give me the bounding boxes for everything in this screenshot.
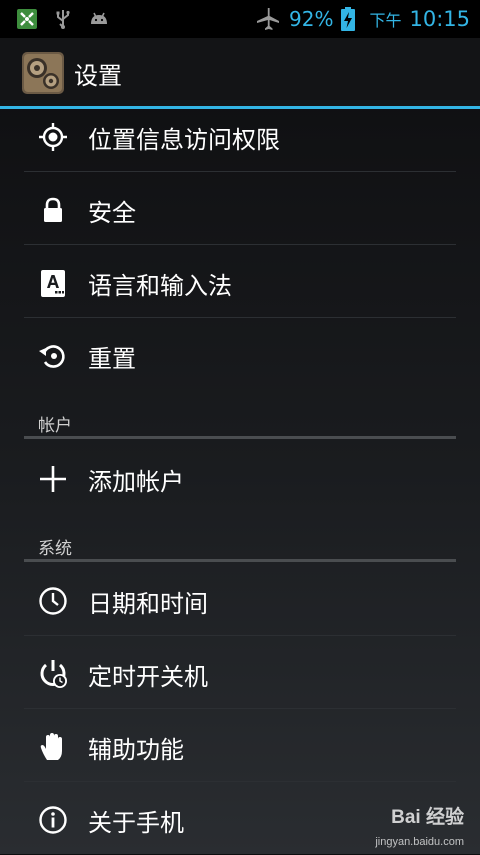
action-bar: 设置 — [0, 38, 480, 106]
settings-item-label: 安全 — [88, 199, 136, 227]
settings-gears-icon[interactable] — [22, 52, 64, 94]
settings-item-label: 添加帐户 — [88, 468, 184, 496]
power-timer-icon — [40, 660, 67, 688]
section-header-system: 系统 — [24, 532, 456, 562]
section-title: 系统 — [38, 539, 72, 559]
settings-item-reset[interactable]: 重置 — [24, 319, 456, 391]
settings-item-accessibility[interactable]: 辅助功能 — [24, 710, 456, 782]
baidu-jingyan-watermark: Bai 经验 jingyan.baidu.com — [344, 802, 464, 848]
settings-item-label: 关于手机 — [88, 809, 184, 837]
row-divider — [24, 635, 456, 636]
status-bar-system: 92% 下午 10:15 — [255, 4, 470, 34]
clock-icon — [39, 587, 67, 615]
section-header-accounts: 帐户 — [24, 409, 456, 439]
watermark-url: jingyan.baidu.com — [375, 836, 464, 848]
settings-item-language[interactable]: 语言和输入法 — [24, 246, 456, 318]
settings-item-label: 定时开关机 — [88, 663, 208, 691]
settings-item-label: 辅助功能 — [88, 736, 184, 764]
usb-icon — [56, 10, 70, 29]
battery-percent: 92% — [289, 7, 334, 31]
row-divider — [24, 781, 456, 782]
settings-item-date-time[interactable]: 日期和时间 — [24, 564, 456, 636]
row-divider — [24, 317, 456, 318]
airplane-mode-icon — [257, 8, 279, 30]
section-divider — [24, 436, 456, 439]
settings-item-location[interactable]: 位置信息访问权限 — [24, 100, 456, 172]
time-ampm: 下午 — [369, 11, 402, 30]
plus-icon — [40, 466, 66, 492]
row-divider — [24, 708, 456, 709]
section-divider — [24, 559, 456, 562]
section-title: 帐户 — [38, 416, 72, 436]
app-notification-icon — [17, 9, 37, 29]
settings-item-label: 位置信息访问权限 — [88, 126, 280, 154]
clock-time: 10:15 — [409, 7, 470, 31]
settings-item-label: 重置 — [88, 345, 136, 373]
settings-item-label: 日期和时间 — [88, 590, 208, 618]
location-target-icon — [39, 123, 67, 151]
row-divider — [24, 171, 456, 172]
page-title: 设置 — [74, 62, 122, 90]
reset-icon — [39, 345, 65, 368]
keyboard-language-icon — [41, 270, 65, 297]
battery-charging-icon — [341, 7, 356, 31]
watermark-logo: Bai 经验 — [391, 807, 464, 828]
info-icon — [39, 806, 67, 834]
lock-icon — [44, 197, 62, 222]
settings-item-label: 语言和输入法 — [88, 272, 232, 300]
settings-item-security[interactable]: 安全 — [24, 173, 456, 245]
row-divider — [24, 244, 456, 245]
status-bar-notifications — [16, 8, 110, 30]
settings-item-add-account[interactable]: 添加帐户 — [24, 442, 456, 514]
settings-item-scheduled-power[interactable]: 定时开关机 — [24, 637, 456, 709]
android-debug-icon — [91, 12, 107, 24]
status-bar: 92% 下午 10:15 — [0, 0, 480, 38]
hand-icon — [40, 733, 62, 760]
